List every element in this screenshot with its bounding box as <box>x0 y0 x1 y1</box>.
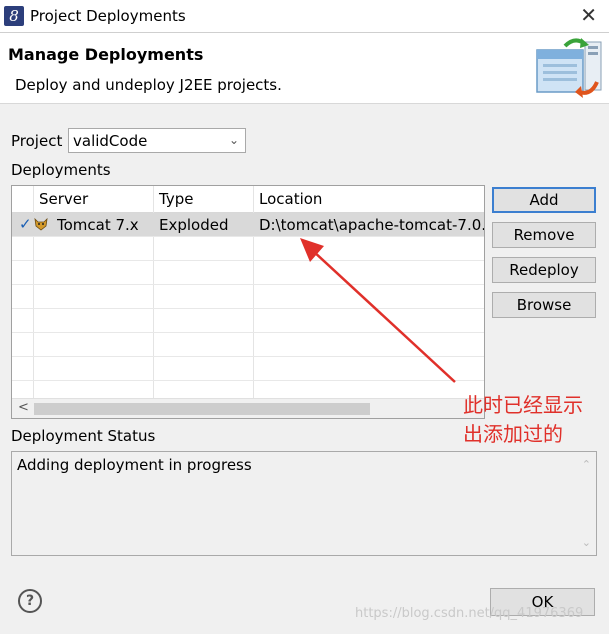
scroll-left-icon[interactable]: < <box>18 400 29 415</box>
annotation-text-line1: 此时已经显示 <box>463 393 583 417</box>
server-cell: Tomcat 7.x <box>57 216 139 234</box>
project-label: Project <box>11 132 63 150</box>
column-header-type[interactable]: Type <box>159 190 193 208</box>
header-title: Manage Deployments <box>8 45 204 64</box>
window-title: Project Deployments <box>30 7 186 25</box>
eclipse-app-icon: 8 <box>4 6 24 26</box>
deployments-label: Deployments <box>11 161 111 179</box>
tomcat-icon <box>34 217 48 231</box>
project-select-value: validCode <box>73 132 148 150</box>
annotation-arrow <box>300 238 456 383</box>
scrollbar-thumb[interactable] <box>34 403 370 415</box>
remove-button[interactable]: Remove <box>492 222 596 248</box>
watermark: https://blog.csdn.net/qq_41976369 <box>355 606 584 621</box>
column-header-location[interactable]: Location <box>259 190 322 208</box>
scroll-down-icon: ⌄ <box>581 536 591 549</box>
deployed-check-icon: ✓ <box>19 215 32 233</box>
project-select[interactable]: validCode ⌄ <box>68 128 246 153</box>
horizontal-scrollbar[interactable]: < <box>12 398 484 418</box>
redeploy-button[interactable]: Redeploy <box>492 257 596 283</box>
close-icon[interactable]: ✕ <box>580 3 597 27</box>
header-subtitle: Deploy and undeploy J2EE projects. <box>15 76 282 94</box>
help-icon[interactable]: ? <box>18 589 42 613</box>
deploy-banner-icon <box>536 38 602 98</box>
add-button[interactable]: Add <box>492 187 596 213</box>
deployment-status-box: Adding deployment in progress ⌃ ⌄ <box>11 451 597 556</box>
chevron-down-icon: ⌄ <box>228 133 239 147</box>
title-bar: 8 Project Deployments ✕ <box>0 0 609 33</box>
deployment-status-label: Deployment Status <box>11 427 156 445</box>
scroll-up-icon: ⌃ <box>581 458 591 471</box>
table-header: Server Type Location <box>12 186 484 213</box>
type-cell: Exploded <box>159 216 229 234</box>
browse-button[interactable]: Browse <box>492 292 596 318</box>
dialog-header: Manage Deployments Deploy and undeploy J… <box>0 33 609 104</box>
column-header-server[interactable]: Server <box>39 190 88 208</box>
deployment-status-text: Adding deployment in progress <box>17 456 252 474</box>
annotation-text-line2: 出添加过的 <box>463 422 563 446</box>
